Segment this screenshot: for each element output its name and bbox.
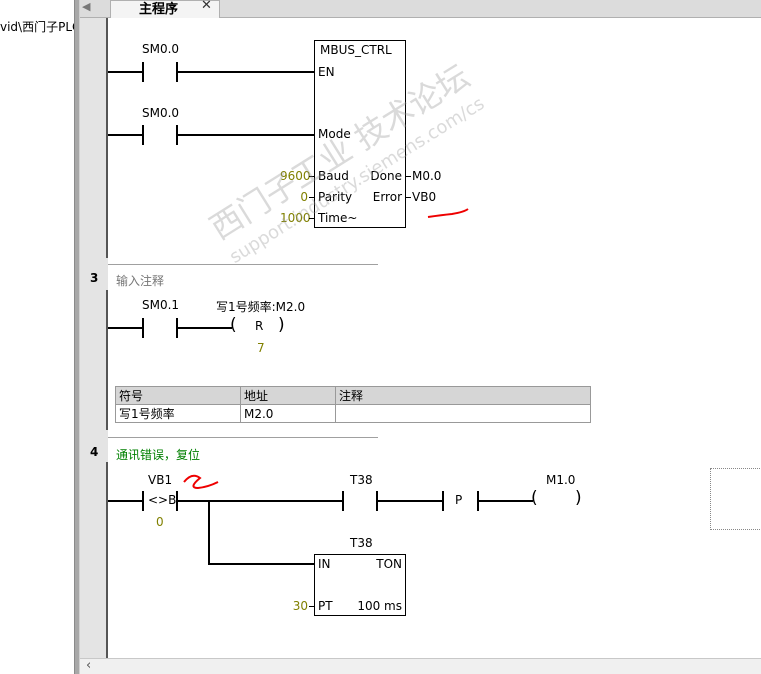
timer-preset[interactable]: 30 [288,599,308,613]
coil-right-paren: ) [575,488,582,508]
wire [108,500,142,502]
compare-operator: <>B [148,493,177,507]
wire [406,176,411,177]
power-rail [106,290,108,430]
contact-address: SM0.0 [142,42,180,56]
power-rail [106,462,108,658]
wire [108,71,142,73]
p-contact-bar [442,491,444,511]
wire [309,606,314,607]
project-tree-pane[interactable]: vid\西门子PLC [0,0,75,674]
pin-error: Error [372,190,402,204]
red-annotation-mark [427,208,469,218]
coil-symbol: 写1号频率:M2.0 [216,300,306,314]
symbol-cell: 写1号频率 [115,404,241,423]
selection-cell[interactable] [710,468,761,530]
timer-base: 100 ms [357,599,402,613]
wire [108,134,142,136]
contact-bar [142,125,144,145]
scroll-left-icon[interactable]: ‹ [86,658,91,673]
contact-address: SM0.1 [142,298,180,312]
project-path-label: vid\西门子PLC [0,20,74,34]
contact-bar [142,318,144,338]
branch-wire [208,500,210,565]
network-comment[interactable]: 通讯错误，复位 [116,446,200,463]
network-separator [108,264,378,265]
horizontal-scrollbar[interactable]: ‹ [80,658,761,674]
network-separator [108,437,378,438]
red-annotation-mark [183,474,219,490]
wire [208,563,314,565]
table-row: 写1号频率 M2.0 [115,404,591,423]
timer-pt-pin: PT [318,599,333,613]
timer-address: T38 [350,536,373,550]
wire [108,327,142,329]
error-output[interactable]: VB0 [412,190,436,204]
contact-bar [142,62,144,82]
wire [178,134,314,136]
comment-cell [335,404,591,423]
coil-right-paren: ) [278,315,285,335]
wire [178,500,342,502]
contact-bar [342,491,344,511]
tab-scroll-left-icon[interactable]: ◀ [82,0,108,17]
wire [178,327,232,329]
network-number: 3 [90,271,99,285]
symbol-column-header: 符号 [115,386,241,405]
pin-en: EN [318,65,335,79]
wire [178,71,314,73]
comment-column-header: 注释 [335,386,591,405]
network-gutter [80,18,108,658]
address-cell: M2.0 [240,404,336,423]
coil-address: M1.0 [546,473,576,487]
network-comment[interactable]: 输入注释 [116,272,164,289]
ton-timer-block[interactable]: IN TON PT 100 ms [314,554,406,616]
coil-left-paren: ( [230,315,237,335]
network-number: 4 [90,445,99,459]
tab-main-program[interactable]: 主程序 ✕ [110,0,220,18]
power-rail [106,18,108,258]
timer-in-pin: IN [318,557,331,571]
compare-operand: VB1 [148,473,173,487]
coil-left-paren: ( [531,488,538,508]
symbol-table: 符号 地址 注释 写1号频率 M2.0 [115,386,591,423]
done-output[interactable]: M0.0 [412,169,441,183]
positive-edge-label: P [455,493,463,507]
tab-label: 主程序 [139,2,179,17]
coil-count[interactable]: 7 [257,341,265,355]
contact-address: T38 [350,473,373,487]
compare-value[interactable]: 0 [156,515,164,529]
wire [378,500,442,502]
timer-type: TON [376,557,402,571]
coil-type: R [255,319,264,333]
contact-address: SM0.0 [142,106,180,120]
block-name: MBUS_CTRL [320,43,392,57]
close-tab-icon[interactable]: ✕ [201,0,212,13]
wire [479,500,533,502]
wire [406,197,411,198]
compare-bar [142,491,144,511]
address-column-header: 地址 [240,386,336,405]
